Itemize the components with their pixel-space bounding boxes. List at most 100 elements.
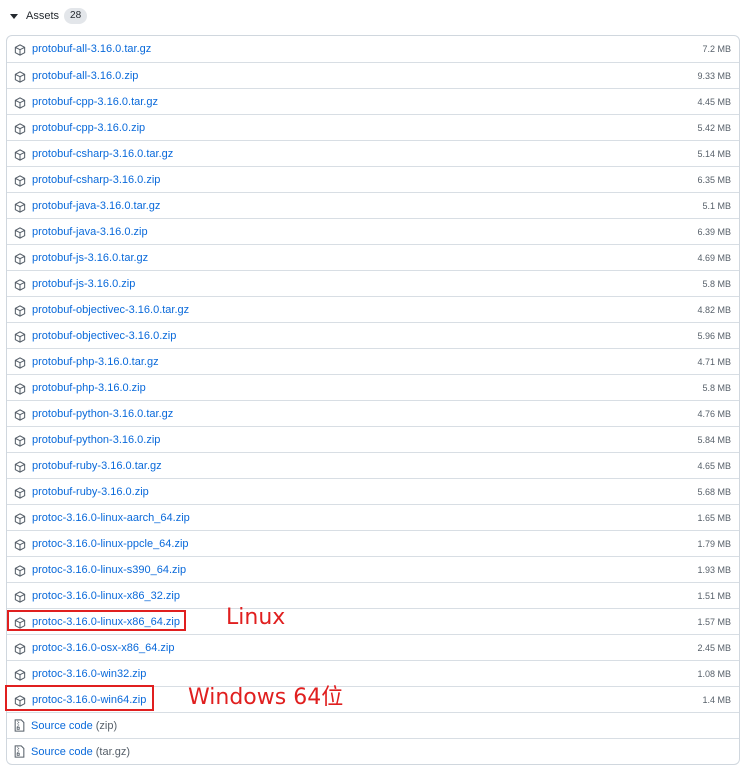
package-icon bbox=[14, 590, 26, 603]
asset-size: 5.42 MB bbox=[697, 122, 731, 133]
asset-row: protobuf-python-3.16.0.zip 5.84 MB bbox=[7, 426, 739, 452]
asset-link[interactable]: protobuf-csharp-3.16.0.zip bbox=[32, 174, 160, 186]
asset-row: protoc-3.16.0-osx-x86_64.zip 2.45 MB bbox=[7, 634, 739, 660]
source-code-format: (tar.gz) bbox=[95, 745, 130, 758]
asset-link[interactable]: protobuf-cpp-3.16.0.tar.gz bbox=[32, 96, 158, 108]
package-icon bbox=[14, 564, 26, 577]
asset-row: protobuf-ruby-3.16.0.zip 5.68 MB bbox=[7, 478, 739, 504]
asset-link[interactable]: protoc-3.16.0-linux-aarch_64.zip bbox=[32, 512, 190, 524]
asset-link[interactable]: protobuf-ruby-3.16.0.zip bbox=[32, 486, 149, 498]
asset-link[interactable]: protobuf-java-3.16.0.tar.gz bbox=[32, 200, 160, 212]
source-code-link[interactable]: Source code (zip) bbox=[31, 720, 117, 732]
package-icon bbox=[14, 226, 26, 239]
package-icon bbox=[14, 356, 26, 369]
asset-link[interactable]: protobuf-objectivec-3.16.0.tar.gz bbox=[32, 304, 189, 316]
windows-annotation: Windows 64位 bbox=[188, 685, 344, 710]
package-icon bbox=[14, 43, 26, 56]
asset-size: 5.8 MB bbox=[702, 382, 731, 393]
asset-row: protobuf-all-3.16.0.tar.gz 7.2 MB bbox=[7, 36, 739, 62]
assets-header[interactable]: Assets 28 bbox=[8, 7, 88, 25]
package-icon bbox=[14, 382, 26, 395]
asset-size: 9.33 MB bbox=[697, 70, 731, 81]
asset-size: 4.76 MB bbox=[697, 408, 731, 419]
asset-size: 1.65 MB bbox=[697, 512, 731, 523]
asset-link[interactable]: protobuf-objectivec-3.16.0.zip bbox=[32, 330, 176, 342]
assets-count-badge: 28 bbox=[64, 8, 88, 24]
asset-size: 4.69 MB bbox=[697, 252, 731, 263]
asset-link[interactable]: protobuf-csharp-3.16.0.tar.gz bbox=[32, 148, 173, 160]
package-icon bbox=[14, 434, 26, 447]
asset-size: 1.57 MB bbox=[697, 616, 731, 627]
asset-row: protoc-3.16.0-win32.zip 1.08 MB bbox=[7, 660, 739, 686]
asset-row: protobuf-js-3.16.0.zip 5.8 MB bbox=[7, 270, 739, 296]
asset-size: 2.45 MB bbox=[697, 642, 731, 653]
asset-row: protobuf-objectivec-3.16.0.zip 5.96 MB bbox=[7, 322, 739, 348]
source-code-link[interactable]: Source code (tar.gz) bbox=[31, 746, 130, 758]
package-icon bbox=[14, 252, 26, 265]
asset-link[interactable]: protobuf-php-3.16.0.zip bbox=[32, 382, 146, 394]
asset-size: 5.84 MB bbox=[697, 434, 731, 445]
asset-row: protoc-3.16.0-linux-x86_32.zip 1.51 MB bbox=[7, 582, 739, 608]
asset-size: 4.82 MB bbox=[697, 304, 731, 315]
asset-link[interactable]: protoc-3.16.0-linux-x86_32.zip bbox=[32, 590, 180, 602]
package-icon bbox=[14, 460, 26, 473]
asset-size: 5.1 MB bbox=[702, 200, 731, 211]
asset-size: 4.71 MB bbox=[697, 356, 731, 367]
package-icon bbox=[14, 668, 26, 681]
linux-annotation: Linux bbox=[226, 605, 286, 630]
asset-row: protoc-3.16.0-linux-s390_64.zip 1.93 MB bbox=[7, 556, 739, 582]
source-code-format: (zip) bbox=[95, 719, 118, 732]
asset-link[interactable]: protoc-3.16.0-linux-s390_64.zip bbox=[32, 564, 186, 576]
source-code-label: Source code bbox=[31, 745, 93, 758]
asset-link[interactable]: protobuf-ruby-3.16.0.tar.gz bbox=[32, 460, 162, 472]
package-icon bbox=[14, 330, 26, 343]
asset-size: 5.96 MB bbox=[697, 330, 731, 341]
package-icon bbox=[14, 304, 26, 317]
asset-size: 4.65 MB bbox=[697, 460, 731, 471]
source-code-row: Source code (zip) bbox=[7, 712, 739, 738]
asset-link[interactable]: protobuf-js-3.16.0.zip bbox=[32, 278, 135, 290]
asset-link[interactable]: protobuf-all-3.16.0.zip bbox=[32, 70, 138, 82]
asset-size: 5.8 MB bbox=[702, 278, 731, 289]
asset-size: 1.93 MB bbox=[697, 564, 731, 575]
asset-link[interactable]: protobuf-python-3.16.0.zip bbox=[32, 434, 160, 446]
asset-link[interactable]: protoc-3.16.0-osx-x86_64.zip bbox=[32, 642, 174, 654]
source-code-row: Source code (tar.gz) bbox=[7, 738, 739, 764]
asset-size: 1.79 MB bbox=[697, 538, 731, 549]
package-icon bbox=[14, 148, 26, 161]
asset-size: 1.51 MB bbox=[697, 590, 731, 601]
asset-row: protobuf-java-3.16.0.zip 6.39 MB bbox=[7, 218, 739, 244]
asset-row: protobuf-all-3.16.0.zip 9.33 MB bbox=[7, 62, 739, 88]
asset-size: 1.4 MB bbox=[702, 694, 731, 705]
asset-link[interactable]: protobuf-cpp-3.16.0.zip bbox=[32, 122, 145, 134]
triangle-down-icon[interactable] bbox=[10, 13, 18, 19]
package-icon bbox=[14, 96, 26, 109]
asset-row: protobuf-java-3.16.0.tar.gz 5.1 MB bbox=[7, 192, 739, 218]
asset-link[interactable]: protoc-3.16.0-win32.zip bbox=[32, 668, 146, 680]
asset-link[interactable]: protobuf-all-3.16.0.tar.gz bbox=[32, 43, 151, 55]
file-zip-icon bbox=[14, 719, 25, 732]
package-icon bbox=[14, 174, 26, 187]
asset-row: protoc-3.16.0-linux-ppcle_64.zip 1.79 MB bbox=[7, 530, 739, 556]
package-icon bbox=[14, 122, 26, 135]
asset-link[interactable]: protobuf-python-3.16.0.tar.gz bbox=[32, 408, 173, 420]
asset-size: 6.39 MB bbox=[697, 226, 731, 237]
source-code-label: Source code bbox=[31, 719, 93, 732]
package-icon bbox=[14, 278, 26, 291]
asset-row: protoc-3.16.0-linux-aarch_64.zip 1.65 MB bbox=[7, 504, 739, 530]
asset-size: 5.14 MB bbox=[697, 148, 731, 159]
asset-link[interactable]: protoc-3.16.0-linux-ppcle_64.zip bbox=[32, 538, 189, 550]
asset-row: protobuf-cpp-3.16.0.tar.gz 4.45 MB bbox=[7, 88, 739, 114]
asset-link[interactable]: protobuf-js-3.16.0.tar.gz bbox=[32, 252, 148, 264]
package-icon bbox=[14, 642, 26, 655]
asset-row: protobuf-python-3.16.0.tar.gz 4.76 MB bbox=[7, 400, 739, 426]
package-icon bbox=[14, 512, 26, 525]
asset-row: protobuf-php-3.16.0.tar.gz 4.71 MB bbox=[7, 348, 739, 374]
linux-highlight-box bbox=[7, 610, 186, 631]
assets-title: Assets bbox=[26, 10, 60, 22]
asset-row: protobuf-csharp-3.16.0.zip 6.35 MB bbox=[7, 166, 739, 192]
asset-size: 4.45 MB bbox=[697, 96, 731, 107]
asset-link[interactable]: protobuf-php-3.16.0.tar.gz bbox=[32, 356, 159, 368]
asset-row: protobuf-js-3.16.0.tar.gz 4.69 MB bbox=[7, 244, 739, 270]
asset-link[interactable]: protobuf-java-3.16.0.zip bbox=[32, 226, 148, 238]
